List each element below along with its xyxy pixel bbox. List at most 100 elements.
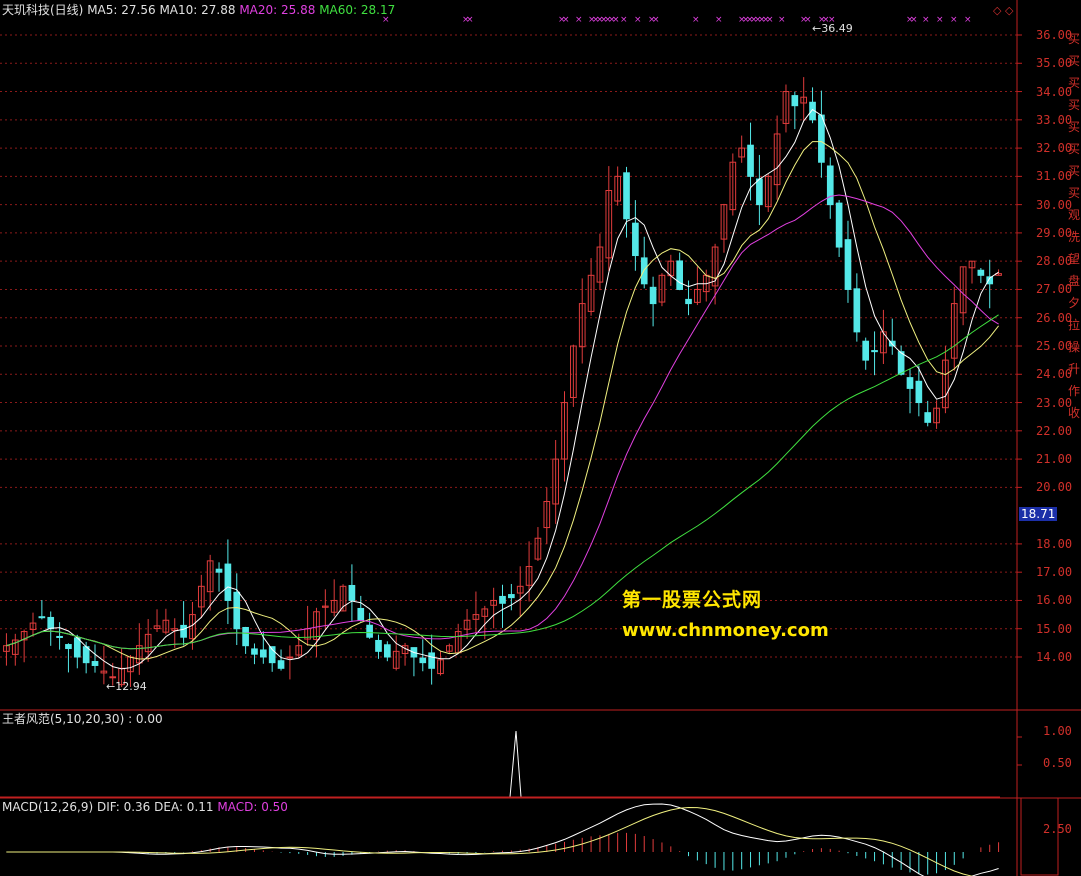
ind1-tick-05: 0.50 [1043, 756, 1072, 770]
candle-body [419, 657, 427, 664]
candle-body [924, 412, 932, 423]
candle-body [251, 648, 258, 655]
macd-legend: MACD(12,26,9) DIF: 0.36 DEA: 0.11 MACD: … [2, 800, 288, 814]
candle-body [791, 95, 799, 107]
main-legend: 天玑科技(日线) MA5: 27.56 MA10: 27.88 MA20: 25… [2, 3, 395, 17]
signal-label: 拉 [1068, 318, 1081, 332]
signal-marker: × [936, 15, 944, 25]
watermark-url[interactable]: www.chnmoney.com [622, 620, 829, 641]
candle-body [915, 380, 923, 404]
candle-body [853, 288, 861, 333]
macd-value: MACD: 0.50 [217, 800, 288, 814]
price-tick-label: 23.00 [1036, 395, 1073, 410]
price-tick-label: 26.00 [1036, 310, 1073, 325]
signal-marker: × [634, 15, 642, 25]
ma5-value: MA5: 27.56 [87, 3, 156, 17]
price-tick-label: 29.00 [1036, 225, 1073, 240]
candle-body [977, 269, 985, 276]
indicator1-title[interactable]: 王者风范(5,10,20,30) : 0.00 [2, 712, 163, 726]
signal-label: 望 [1068, 252, 1081, 266]
signal-marker: × [804, 15, 812, 25]
price-tick-label: 17.00 [1036, 565, 1073, 580]
ind1-tick-1: 1.00 [1043, 724, 1072, 738]
signal-label: 作 [1068, 384, 1081, 398]
watermark-title: 第一股票公式网 [622, 589, 763, 611]
price-tick-label: 15.00 [1036, 621, 1073, 636]
candle-body [38, 616, 46, 619]
diamond-icon-2[interactable]: ◇ [1005, 4, 1013, 17]
candle-body [818, 114, 825, 163]
candle-body [215, 568, 223, 573]
stock-title[interactable]: 天玑科技(日线) [2, 3, 83, 17]
signal-marker: × [766, 15, 774, 25]
signal-label: 洗 [1068, 230, 1081, 244]
candle-body [242, 626, 249, 647]
low-annotation: ←12.94 [106, 680, 147, 693]
signal-marker: × [715, 15, 723, 25]
macd-axis-box [1020, 797, 1059, 876]
diamond-icon[interactable]: ◇ [993, 4, 1001, 17]
signal-label: 操 [1068, 340, 1081, 354]
candle-body [180, 624, 187, 638]
signal-label: 观 [1068, 208, 1081, 222]
candle-body [82, 646, 90, 664]
signal-marker: × [652, 15, 660, 25]
signal-marker: × [620, 15, 628, 25]
candle-body [632, 222, 639, 257]
signal-marker: × [910, 15, 918, 25]
candle-body [871, 350, 878, 353]
candle-body [47, 616, 55, 630]
signal-label: 升 [1068, 362, 1081, 376]
candle-body [357, 607, 365, 621]
price-tick-label: 33.00 [1036, 112, 1073, 127]
price-tick-label: 25.00 [1036, 339, 1073, 353]
price-tick-label: 35.00 [1036, 56, 1073, 71]
candle-body [844, 239, 852, 290]
signal-label: 买 [1068, 120, 1081, 134]
price-tick-label: 21.00 [1036, 452, 1073, 467]
candle-body [623, 172, 630, 220]
macd-title[interactable]: MACD(12,26,9) [2, 800, 93, 814]
candle-body [508, 594, 515, 599]
signal-label: 买 [1068, 164, 1081, 178]
signal-marker: × [964, 15, 972, 25]
candle-body [56, 635, 63, 638]
price-tick-label: 34.00 [1036, 84, 1073, 99]
candle-body [109, 676, 117, 679]
price-tick-label: 36.00 [1036, 28, 1073, 42]
price-tick-label: 14.00 [1036, 650, 1073, 664]
signal-marker: × [950, 15, 958, 25]
signal-label: 买 [1068, 142, 1081, 156]
candle-body [685, 298, 692, 305]
signal-label-column: 买买买买买买买买观洗望盘夕拉操升作收 [1068, 28, 1081, 424]
candle-body [73, 637, 81, 658]
candle-body [91, 661, 99, 666]
dif-line [6, 803, 999, 876]
candle-body [348, 584, 356, 601]
candle-body [862, 340, 870, 361]
price-tick-label: 20.00 [1036, 480, 1073, 495]
signal-label: 买 [1068, 186, 1081, 200]
candle-body [286, 656, 294, 659]
signal-marker: × [612, 15, 620, 25]
signal-marker: × [922, 15, 930, 25]
signal-marker: × [778, 15, 786, 25]
candle-body [826, 165, 834, 206]
macd-tick: 2.50 [1043, 822, 1072, 836]
current-price-tag: 18.71 [1019, 507, 1058, 521]
price-tick-label: 32.00 [1036, 141, 1073, 156]
price-tick-label: 28.00 [1036, 254, 1073, 269]
signal-label: 买 [1068, 54, 1081, 68]
ma10-value: MA10: 27.88 [159, 3, 236, 17]
macd-dea: DEA: 0.11 [154, 800, 214, 814]
signal-label: 买 [1068, 98, 1081, 112]
signal-marker: × [466, 15, 474, 25]
candle-body [375, 639, 382, 652]
candle-body [906, 377, 914, 389]
signal-marker: × [562, 15, 570, 25]
candle-body [277, 660, 285, 669]
price-tick-label: 31.00 [1036, 169, 1073, 184]
price-tick-label: 24.00 [1036, 367, 1073, 382]
price-tick-label: 27.00 [1036, 282, 1073, 297]
dea-line [6, 806, 975, 876]
